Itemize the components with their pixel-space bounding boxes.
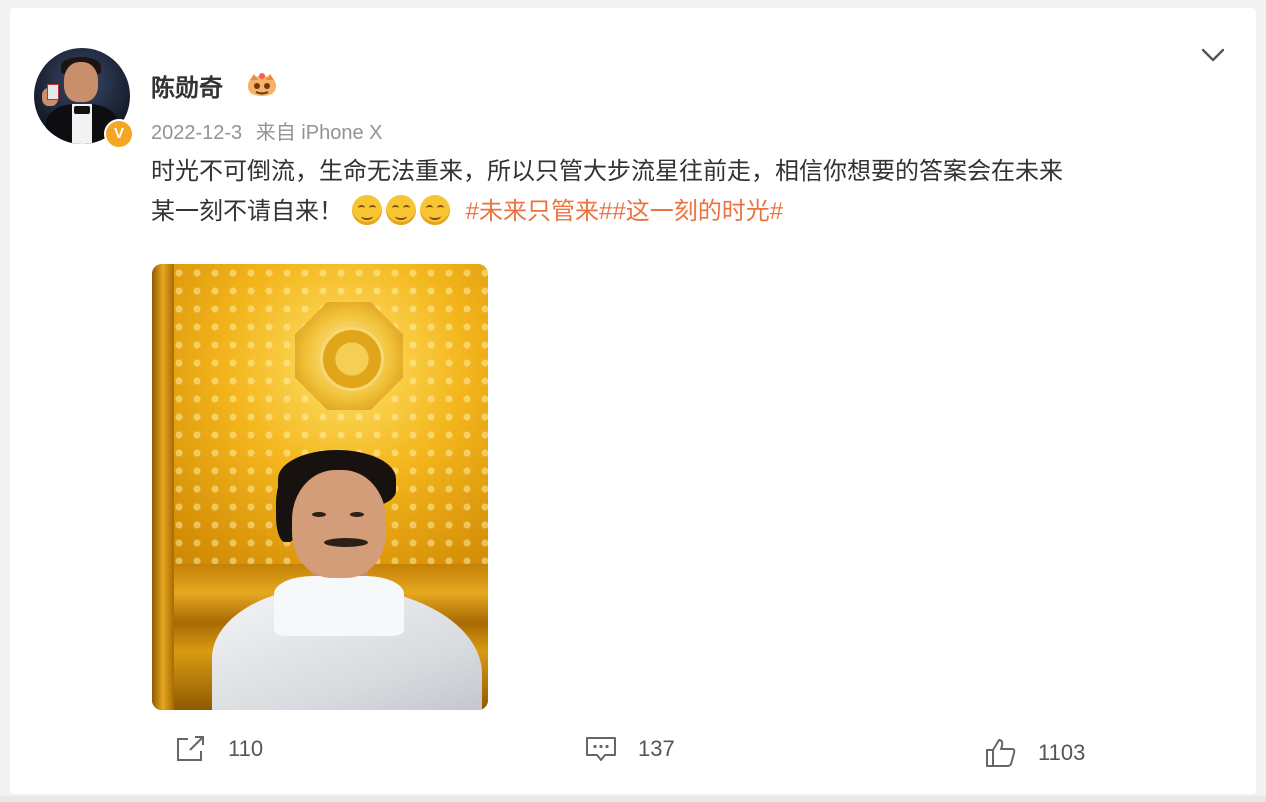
post-meta: 2022-12-3 来自 iPhone X [151,116,390,145]
comment-count: 137 [638,736,675,761]
photo-pillar [152,264,174,710]
post-text-line-2-text: 某一刻不请自来！ [151,198,343,225]
comment-button[interactable]: 137 [584,734,675,764]
chevron-down-icon[interactable] [1200,44,1226,66]
post-text: 时光不可倒流，生命无法重来，所以只管大步流星往前走，相信你想要的答案会在未来 某… [151,152,1231,232]
thumbs-up-icon [986,739,1016,767]
photo-person-collar [274,576,404,636]
photo-person-mustache [324,538,368,547]
repost-button[interactable]: 110 [174,734,263,764]
fan-rank-badge-icon[interactable] [244,70,280,100]
photo-person-eye [350,512,364,517]
divider [0,796,1266,802]
share-icon [177,736,204,761]
hug-emoji-icon [385,195,416,225]
verified-badge-icon: V [104,119,134,149]
avatar-face [64,62,98,102]
comment-icon [586,737,616,761]
avatar-bowtie [74,106,90,114]
username[interactable]: 陈勋奇 [151,68,223,103]
post-date[interactable]: 2022-12-3 [151,122,242,144]
photo-ceiling-ornament-center [320,327,384,391]
photo-person-eye [312,512,326,517]
avatar-card [47,84,59,100]
post-text-line-1: 时光不可倒流，生命无法重来，所以只管大步流星往前走，相信你想要的答案会在未来 [151,158,1063,185]
repost-count: 110 [228,736,264,761]
like-button[interactable]: 1103 [984,737,1085,769]
photo-person-face [292,470,386,578]
hug-emoji-icon [419,195,450,225]
post-text-line-2: 某一刻不请自来！ #未来只管来##这一刻的时光# [151,192,1231,232]
hashtag-links[interactable]: #未来只管来##这一刻的时光# [466,198,783,225]
like-count: 1103 [1038,740,1086,765]
post-photo[interactable] [152,264,488,710]
hug-emoji-icon [351,195,382,225]
post-source: 来自 iPhone X [255,122,383,144]
